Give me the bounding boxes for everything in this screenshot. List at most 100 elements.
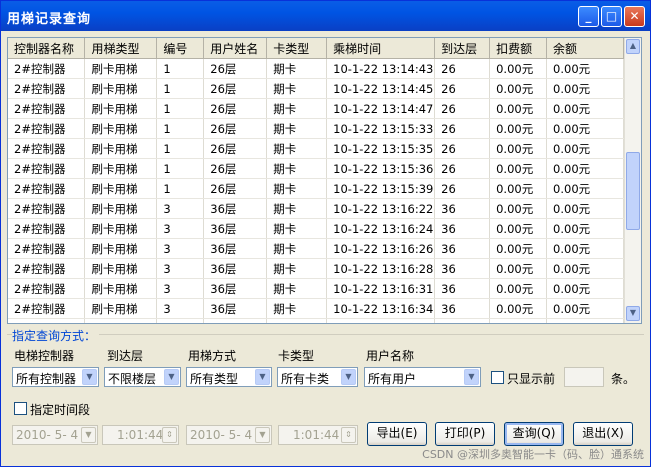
table-cell: 刷卡用梯 xyxy=(84,138,158,159)
vertical-scrollbar[interactable]: ▲ ▼ xyxy=(624,38,641,323)
table-row[interactable]: 2#控制器 刷卡用梯 1 26层 期卡 10-1-22 13:15:36 26 0.00元 0.… xyxy=(8,158,624,179)
chevron-down-icon[interactable]: ▼ xyxy=(255,369,270,385)
table-row[interactable]: 2#控制器 刷卡用梯 3 36层 期卡 10-1-22 13:16:22 36 0.00元 0.… xyxy=(8,198,624,219)
start-date-picker[interactable]: 2010- 5- 4 ▼ xyxy=(12,425,98,445)
end-time-spinner[interactable]: 1:01:44 ⇕ xyxy=(278,425,358,445)
table-row[interactable]: 2#控制器 刷卡用梯 1 26层 期卡 10-1-22 13:15:33 26 0.00元 0.… xyxy=(8,118,624,139)
query-group-border xyxy=(7,334,644,335)
scrollbar-thumb[interactable] xyxy=(626,152,640,230)
table-cell: 刷卡用梯 xyxy=(84,58,158,79)
table-cell: 36 xyxy=(434,258,491,279)
table-cell: 10-1-22 13:15:36 xyxy=(326,158,436,179)
controller-select[interactable]: 所有控制器 ▼ xyxy=(12,367,99,387)
card-type-select-value: 所有卡类 xyxy=(281,372,330,386)
show-prev-count-input[interactable] xyxy=(564,367,604,387)
minimize-button[interactable]: _ xyxy=(578,6,599,27)
table-cell: 刷卡用梯 xyxy=(84,78,158,99)
column-header[interactable]: 扣费额 xyxy=(489,38,548,59)
table-cell: 10-1-22 13:16:26 xyxy=(326,238,436,259)
table-cell: 2#控制器 xyxy=(8,198,86,219)
table-cell: 26层 xyxy=(203,178,268,199)
exit-button[interactable]: 退出(X) xyxy=(573,422,633,446)
table-row[interactable]: 2#控制器 刷卡用梯 3 36层 期卡 10-1-22 13:16:24 36 0.00元 0.… xyxy=(8,218,624,239)
column-header[interactable]: 用户姓名 xyxy=(203,38,268,59)
end-date-picker[interactable]: 2010- 5- 4 ▼ xyxy=(186,425,272,445)
query-button[interactable]: 查询(Q) xyxy=(504,422,564,446)
export-button[interactable]: 导出(E) xyxy=(367,422,427,446)
chevron-down-icon[interactable]: ▼ xyxy=(164,369,179,385)
table-cell: 26层 xyxy=(203,98,268,119)
table-cell: 36层 xyxy=(203,278,268,299)
table-cell: 0.00元 xyxy=(489,258,548,279)
table-cell: 36 xyxy=(434,198,491,219)
chevron-down-icon[interactable]: ▼ xyxy=(341,369,356,385)
table-cell: 3 xyxy=(156,318,205,323)
scroll-up-icon[interactable]: ▲ xyxy=(626,39,640,54)
table-cell: 3 xyxy=(156,258,205,279)
column-header[interactable]: 编号 xyxy=(156,38,205,59)
spin-icon[interactable]: ⇕ xyxy=(341,427,356,443)
table-row[interactable]: 2#控制器 刷卡用梯 3 36层 期卡 10-1-22 13:16:34 36 0.00元 0.… xyxy=(8,298,624,319)
query-window: 用梯记录查询 _ □ ✕ 控制器名称 用梯类型 编号 用户姓名 卡类型 乘梯时间 到达层 扣费… xyxy=(0,0,651,467)
table-cell: 3 xyxy=(156,298,205,319)
table-row[interactable]: 2#控制器 刷卡用梯 3 36层 期卡 10-1-22 13:16:31 36 0.00元 0.… xyxy=(8,278,624,299)
table-row[interactable]: 2#控制器 刷卡用梯 3 36层 期卡 10-1-22 13:16:28 36 0.00元 0.… xyxy=(8,258,624,279)
window-title: 用梯记录查询 xyxy=(7,12,92,27)
table-cell: 36 xyxy=(434,318,491,323)
table-cell: 3 xyxy=(156,198,205,219)
table-cell: 26 xyxy=(434,138,491,159)
column-header[interactable]: 乘梯时间 xyxy=(326,38,436,59)
user-select[interactable]: 所有用户 ▼ xyxy=(364,367,481,387)
table-row[interactable]: 2#控制器 刷卡用梯 1 26层 期卡 10-1-22 13:15:35 26 0.00元 0.… xyxy=(8,138,624,159)
time-range-checkbox[interactable] xyxy=(14,402,27,415)
table-cell: 0.00元 xyxy=(489,178,548,199)
table-cell: 0.00元 xyxy=(546,278,624,299)
column-header[interactable]: 控制器名称 xyxy=(8,38,86,59)
table-cell: 0.00元 xyxy=(546,298,624,319)
spin-icon[interactable]: ⇕ xyxy=(162,427,177,443)
table-cell: 36层 xyxy=(203,238,268,259)
table-row[interactable]: 2#控制器 刷卡用梯 3 36层 期卡 10-1-22 13:16:26 36 0.00元 0.… xyxy=(8,238,624,259)
table-cell: 36层 xyxy=(203,218,268,239)
table-cell: 刷卡用梯 xyxy=(84,238,158,259)
table-row[interactable]: 2#控制器 刷卡用梯 1 26层 期卡 10-1-22 13:15:39 26 0.00元 0.… xyxy=(8,178,624,199)
table-cell: 26层 xyxy=(203,158,268,179)
chevron-down-icon[interactable]: ▼ xyxy=(255,427,270,443)
close-button[interactable]: ✕ xyxy=(624,6,645,27)
table-cell: 2#控制器 xyxy=(8,298,86,319)
show-prev-checkbox[interactable] xyxy=(491,371,504,384)
scroll-down-icon[interactable]: ▼ xyxy=(626,306,640,321)
table-cell: 0.00元 xyxy=(489,138,548,159)
table-cell: 刷卡用梯 xyxy=(84,178,158,199)
table-cell: 26层 xyxy=(203,118,268,139)
controller-label: 电梯控制器 xyxy=(14,349,75,363)
table-row[interactable]: 2#控制器 刷卡用梯 1 26层 期卡 10-1-22 13:14:45 26 0.00元 0.… xyxy=(8,78,624,99)
print-button[interactable]: 打印(P) xyxy=(435,422,495,446)
table-cell: 0.00元 xyxy=(546,118,624,139)
table-body: 2#控制器 刷卡用梯 1 26层 期卡 10-1-22 13:14:43 26 0.00元 0.… xyxy=(8,58,624,323)
column-header[interactable]: 余额 xyxy=(546,38,624,59)
column-header[interactable]: 用梯类型 xyxy=(84,38,158,59)
table-row[interactable]: 2#控制器 刷卡用梯 1 26层 期卡 10-1-22 13:14:47 26 0.00元 0.… xyxy=(8,98,624,119)
table-cell: 0.00元 xyxy=(489,78,548,99)
title-bar[interactable]: 用梯记录查询 _ □ ✕ xyxy=(1,1,650,31)
chevron-down-icon[interactable]: ▼ xyxy=(82,369,97,385)
floor-select[interactable]: 不限楼层 ▼ xyxy=(104,367,181,387)
table-cell: 26 xyxy=(434,78,491,99)
table-row[interactable]: 2#控制器 刷卡用梯 1 26层 期卡 10-1-22 13:14:43 26 0.00元 0.… xyxy=(8,58,624,79)
usage-select[interactable]: 所有类型 ▼ xyxy=(186,367,272,387)
table-cell: 10-1-22 13:16:24 xyxy=(326,218,436,239)
chevron-down-icon[interactable]: ▼ xyxy=(81,427,96,443)
column-header[interactable]: 到达层 xyxy=(434,38,491,59)
card-type-select[interactable]: 所有卡类 ▼ xyxy=(277,367,358,387)
user-select-value: 所有用户 xyxy=(368,372,417,386)
table-row[interactable]: 2#控制器刷卡用梯336层期卡10-1-22 13:16:35360.00元0.… xyxy=(8,318,624,323)
column-header[interactable]: 卡类型 xyxy=(266,38,328,59)
card-type-label: 卡类型 xyxy=(278,349,315,363)
table-cell: 0.00元 xyxy=(546,258,624,279)
start-time-spinner[interactable]: 1:01:44 ⇕ xyxy=(102,425,179,445)
chevron-down-icon[interactable]: ▼ xyxy=(464,369,479,385)
records-grid[interactable]: 控制器名称 用梯类型 编号 用户姓名 卡类型 乘梯时间 到达层 扣费额 余额 2#控制器 刷卡用梯… xyxy=(7,37,642,324)
table-cell: 刷卡用梯 xyxy=(84,298,158,319)
maximize-button[interactable]: □ xyxy=(601,6,622,27)
